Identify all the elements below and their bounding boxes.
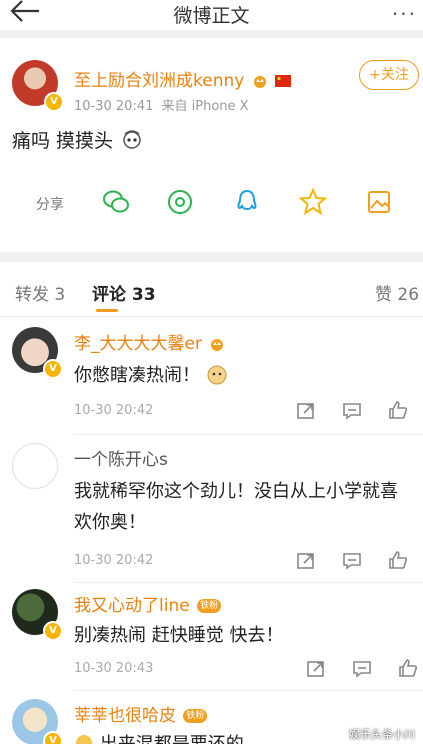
comment-text-content: 你憋瞎凑热闹！ [74,365,200,386]
post-time: 10-30 20:41 [74,99,154,114]
fan-badge: 铁粉 [197,599,222,613]
repost-icon[interactable] [296,551,316,571]
comment-text: 你憋瞎凑热闹！ [74,360,414,391]
commenter-name[interactable]: 一个陈开心s [74,445,168,470]
follow-button[interactable]: +关注 [359,60,419,90]
post-meta: 10-30 20:41 来自 iPhone X [74,95,249,114]
china-flag-icon [275,75,292,87]
verified-badge-icon: V [43,621,63,641]
more-options-icon[interactable]: ··· [392,2,417,26]
reply-icon[interactable] [342,401,362,421]
pat-head-emoji-icon [123,130,141,149]
interaction-tabs: 转发 3 评论 33 赞 26 [0,262,423,317]
commenter-name[interactable]: 莘莘也很哈皮 铁粉 [74,701,208,726]
post-source: 来自 iPhone X [161,99,249,114]
post-text: 痛吗 摸摸头 [12,126,143,153]
comment-list: V 李_大大大大馨er 你憋瞎凑热闹！ 10-30 20:42 一个陈开心s 我… [0,317,423,744]
comment-item: V 李_大大大大馨er 你憋瞎凑热闹！ 10-30 20:42 [0,317,423,435]
watermark: 娱乐头条小川 [349,728,415,741]
comment-item: V 我又心动了line 铁粉 别凑热闹 赶快睡觉 快去！ 10-30 20:43 [0,583,423,691]
post-text-content: 痛吗 摸摸头 [12,130,114,152]
commenter-name[interactable]: 李_大大大大馨er [74,329,225,354]
top-nav-bar: 微博正文 ··· [0,0,423,30]
qq-share-icon[interactable] [233,188,261,216]
comment-text-content: 出来混都是要还的 [100,734,244,744]
verified-badge-icon: V [43,359,63,379]
wechat-share-icon[interactable] [102,188,130,216]
tab-reposts[interactable]: 转发 3 [15,280,65,305]
commenter-name-text: 我又心动了line [74,596,190,616]
tab-comments[interactable]: 评论 33 [92,280,156,305]
page-title: 微博正文 [173,5,250,27]
share-label: 分享 [36,197,64,213]
crown-badge-icon [211,339,224,351]
emoji-icon [76,735,92,744]
active-tab-indicator [96,309,118,312]
comment-text: 我就稀罕你这个劲儿！没白从上小学就喜欢你奥！ [74,481,398,533]
qzone-share-icon[interactable] [299,188,327,216]
fan-badge: 铁粉 [183,709,208,723]
reply-icon[interactable] [352,659,372,679]
verified-badge-icon: V [43,731,63,744]
like-icon[interactable] [398,658,418,678]
commenter-name[interactable]: 我又心动了line 铁粉 [74,591,222,616]
reply-icon[interactable] [342,551,362,571]
commenter-name-text: 李_大大大大馨er [74,334,202,354]
comment-time: 10-30 20:42 [74,403,154,418]
post-author-name[interactable]: 至上励合刘洲成kenny [74,66,292,91]
commenter-name-text: 莘莘也很哈皮 [74,706,176,726]
save-image-share-icon[interactable] [366,188,394,216]
repost-icon[interactable] [296,401,316,421]
comment-text: 别凑热闹 赶快睡觉 快去！ [74,625,284,646]
tab-likes[interactable]: 赞 26 [375,280,419,305]
moments-share-icon[interactable] [166,188,194,216]
like-icon[interactable] [388,400,408,420]
comment-time: 10-30 20:43 [74,661,154,676]
commenter-avatar[interactable] [12,443,58,489]
crown-badge-icon [253,76,266,88]
post-card: V 至上励合刘洲成kenny 10-30 20:41 来自 iPhone X +… [0,38,423,252]
doge-emoji-icon [207,365,227,385]
author-name-text: 至上励合刘洲成kenny [74,71,245,91]
verified-badge-icon: V [44,92,64,112]
comment-item: 一个陈开心s 我就稀罕你这个劲儿！没白从上小学就喜欢你奥！ 10-30 20:4… [0,435,423,583]
repost-icon[interactable] [306,659,326,679]
comment-time: 10-30 20:42 [74,553,154,568]
like-icon[interactable] [388,550,408,570]
